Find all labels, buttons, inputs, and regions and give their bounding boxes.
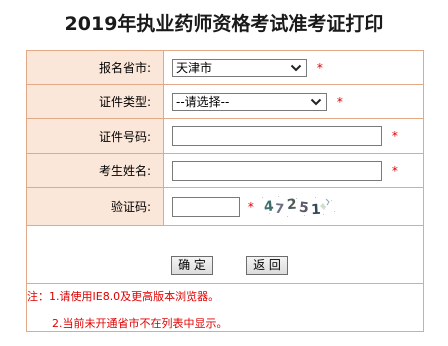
form-row-cert-type: 证件类型: --请选择-- * [26,84,424,119]
confirm-button[interactable]: 确 定 [171,256,213,275]
cert-type-selected-value: --请选择-- [176,94,230,109]
form-row-captcha: 验证码: * 4 7 2 5 1 [26,187,424,226]
cert-type-field-cell: --请选择-- * [163,84,424,119]
form-row-spacer [26,225,424,284]
captcha-required-mark: * [247,199,254,214]
captcha-graphic: 4 7 2 5 1 [259,193,338,220]
cert-type-required-mark: * [336,94,343,109]
captcha-label: 验证码: [26,187,164,226]
captcha-input[interactable] [172,196,240,217]
chevron-down-icon [290,64,302,71]
cert-number-label: 证件号码: [26,118,164,154]
cert-number-field-cell: * [163,118,424,154]
note-line-2: 2.当前未开通省市不在列表中显示。 [52,317,228,330]
note-line-1: 注：1.请使用IE8.0及更高版本浏览器。 [27,290,220,303]
form-row-province: 报名省市: 天津市 * [26,50,424,85]
cert-number-input[interactable] [172,126,382,146]
spacer-cell [26,225,424,284]
captcha-char-4: 5 [298,199,309,216]
captcha-char-2: 7 [274,201,284,217]
cert-type-label: 证件类型: [26,84,164,119]
province-label: 报名省市: [26,50,164,85]
exam-name-label: 考生姓名: [26,153,164,188]
exam-name-input[interactable] [172,160,382,181]
exam-name-field-cell: * [163,153,424,188]
captcha-image[interactable]: 4 7 2 5 1 [259,193,338,220]
captcha-char-3: 2 [286,196,297,213]
province-select[interactable]: 天津市 [172,58,307,77]
province-selected-value: 天津市 [176,60,213,75]
cert-number-required-mark: * [391,129,398,143]
captcha-char-1: 4 [263,198,275,215]
page-title: 2019年执业药师资格考试准考证打印 [64,13,384,35]
exam-name-required-mark: * [391,163,398,178]
cert-type-select[interactable]: --请选择-- [172,92,327,111]
page-root: 2019年执业药师资格考试准考证打印 报名省市: 天津市 * 证件类型: --请… [0,0,448,346]
chevron-down-icon [310,98,322,105]
back-button[interactable]: 返 回 [246,256,288,275]
form-row-exam-name: 考生姓名: * [26,153,424,188]
province-required-mark: * [316,60,323,75]
province-field-cell: 天津市 * [163,50,424,85]
form-row-cert-number: 证件号码: * [26,118,424,154]
captcha-char-5: 1 [310,201,321,217]
captcha-field-cell: * 4 7 2 5 1 [163,187,424,226]
